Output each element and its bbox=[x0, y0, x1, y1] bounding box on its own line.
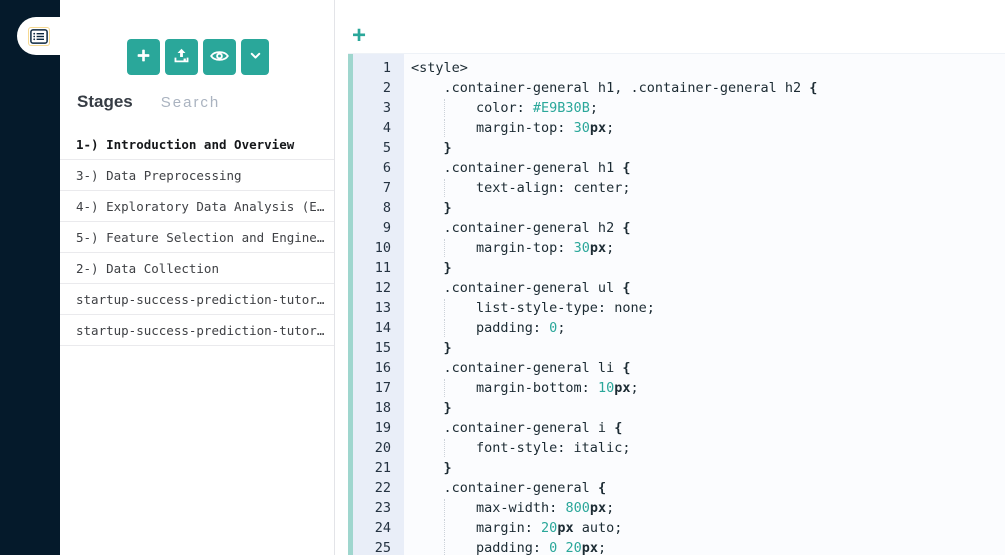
eye-icon bbox=[210, 49, 229, 66]
stage-item[interactable]: 5-) Feature Selection and Engine… bbox=[60, 222, 334, 253]
indent-guide bbox=[444, 179, 445, 197]
indent-guide bbox=[444, 379, 445, 397]
line-number: 21 bbox=[353, 458, 404, 478]
code-line[interactable]: font-style: italic; bbox=[404, 438, 1005, 458]
line-number: 16 bbox=[353, 358, 404, 378]
code-line[interactable]: .container-general h2 { bbox=[404, 218, 1005, 238]
line-number: 20 bbox=[353, 438, 404, 458]
line-number: 19 bbox=[353, 418, 404, 438]
code-line[interactable]: } bbox=[404, 198, 1005, 218]
line-number-gutter: 1234567891011121314151617181920212223242… bbox=[353, 54, 404, 555]
list-alt-icon bbox=[29, 28, 49, 45]
left-rail bbox=[0, 0, 60, 555]
line-number: 15 bbox=[353, 338, 404, 358]
code-editor[interactable]: 1234567891011121314151617181920212223242… bbox=[348, 53, 1005, 555]
sidebar-toggle-tab[interactable] bbox=[17, 17, 60, 55]
line-number: 22 bbox=[353, 478, 404, 498]
line-number: 10 bbox=[353, 238, 404, 258]
search-input[interactable] bbox=[159, 93, 303, 112]
code-area[interactable]: <style> .container-general h1, .containe… bbox=[404, 54, 1005, 555]
stage-item[interactable]: 4-) Exploratory Data Analysis (E… bbox=[60, 191, 334, 222]
indent-guide bbox=[444, 319, 445, 337]
upload-icon bbox=[173, 47, 190, 67]
stages-title: Stages bbox=[77, 92, 133, 112]
code-line[interactable]: .container-general { bbox=[404, 478, 1005, 498]
stage-list: 1-) Introduction and Overview3-) Data Pr… bbox=[60, 129, 334, 346]
plus-icon bbox=[135, 47, 152, 67]
line-number: 24 bbox=[353, 518, 404, 538]
stage-item[interactable]: 3-) Data Preprocessing bbox=[60, 160, 334, 191]
code-line[interactable]: padding: 0; bbox=[404, 318, 1005, 338]
line-number: 8 bbox=[353, 198, 404, 218]
code-line[interactable]: .container-general i { bbox=[404, 418, 1005, 438]
stage-item[interactable]: startup-success-prediction-tutor… bbox=[60, 284, 334, 315]
stages-panel: Stages 1-) Introduction and Overview3-) … bbox=[60, 0, 335, 555]
code-line[interactable]: .container-general h1 { bbox=[404, 158, 1005, 178]
stages-toolbar bbox=[127, 39, 269, 75]
code-line[interactable]: margin-top: 30px; bbox=[404, 118, 1005, 138]
line-number: 7 bbox=[353, 178, 404, 198]
indent-guide bbox=[444, 539, 445, 555]
stage-item[interactable]: 2-) Data Collection bbox=[60, 253, 334, 284]
line-number: 4 bbox=[353, 118, 404, 138]
code-line[interactable]: padding: 0 20px; bbox=[404, 538, 1005, 555]
code-line[interactable]: color: #E9B30B; bbox=[404, 98, 1005, 118]
add-stage-button[interactable] bbox=[127, 39, 160, 75]
line-number: 6 bbox=[353, 158, 404, 178]
code-line[interactable]: list-style-type: none; bbox=[404, 298, 1005, 318]
indent-guide bbox=[444, 439, 445, 457]
code-line[interactable]: margin: 20px auto; bbox=[404, 518, 1005, 538]
indent-guide bbox=[444, 499, 445, 517]
code-line[interactable]: .container-general h1, .container-genera… bbox=[404, 78, 1005, 98]
code-line[interactable]: } bbox=[404, 138, 1005, 158]
line-number: 23 bbox=[353, 498, 404, 518]
line-number: 18 bbox=[353, 398, 404, 418]
code-line[interactable]: .container-general li { bbox=[404, 358, 1005, 378]
line-number: 9 bbox=[353, 218, 404, 238]
code-line[interactable]: max-width: 800px; bbox=[404, 498, 1005, 518]
indent-guide bbox=[444, 99, 445, 117]
stage-item[interactable]: 1-) Introduction and Overview bbox=[60, 129, 334, 160]
code-line[interactable]: } bbox=[404, 258, 1005, 278]
code-line[interactable]: <style> bbox=[404, 58, 1005, 78]
line-number: 1 bbox=[353, 58, 404, 78]
code-line[interactable]: text-align: center; bbox=[404, 178, 1005, 198]
preview-stage-button[interactable] bbox=[203, 39, 236, 75]
line-number: 12 bbox=[353, 278, 404, 298]
code-line[interactable]: } bbox=[404, 338, 1005, 358]
indent-guide bbox=[444, 299, 445, 317]
stage-item[interactable]: startup-success-prediction-tutor… bbox=[60, 315, 334, 346]
indent-guide bbox=[444, 239, 445, 257]
code-line[interactable]: } bbox=[404, 398, 1005, 418]
line-number: 3 bbox=[353, 98, 404, 118]
indent-guide bbox=[444, 519, 445, 537]
line-number: 13 bbox=[353, 298, 404, 318]
line-number: 11 bbox=[353, 258, 404, 278]
line-number: 25 bbox=[353, 538, 404, 555]
indent-guide bbox=[444, 119, 445, 137]
app-window: ← bbox=[0, 0, 1005, 555]
line-number: 2 bbox=[353, 78, 404, 98]
line-number: 14 bbox=[353, 318, 404, 338]
stages-header: Stages bbox=[77, 92, 324, 112]
code-line[interactable]: .container-general ul { bbox=[404, 278, 1005, 298]
line-number: 5 bbox=[353, 138, 404, 158]
line-number: 17 bbox=[353, 378, 404, 398]
expand-stages-button[interactable] bbox=[241, 39, 269, 75]
chevron-down-icon bbox=[248, 48, 263, 66]
code-line[interactable]: margin-top: 30px; bbox=[404, 238, 1005, 258]
code-line[interactable]: margin-bottom: 10px; bbox=[404, 378, 1005, 398]
upload-stage-button[interactable] bbox=[165, 39, 198, 75]
code-line[interactable]: } bbox=[404, 458, 1005, 478]
add-cell-button[interactable]: + bbox=[352, 24, 366, 48]
